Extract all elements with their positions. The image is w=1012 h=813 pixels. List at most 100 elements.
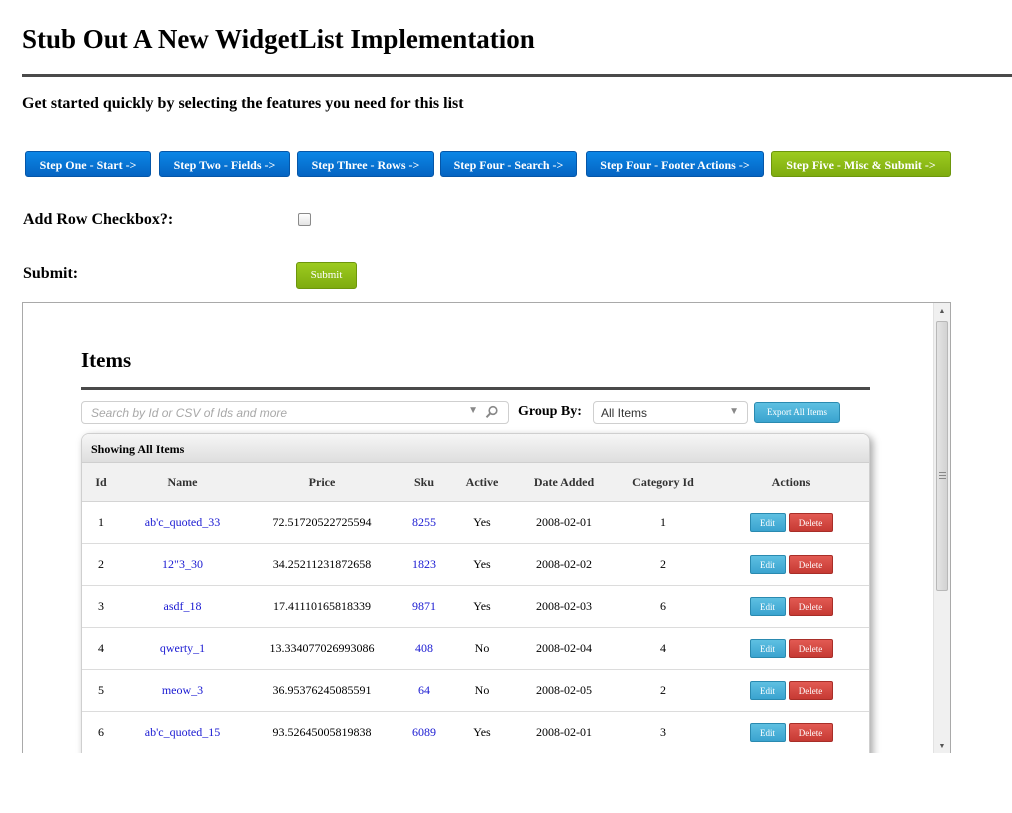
page-subtitle: Get started quickly by selecting the fea… xyxy=(22,95,464,112)
cell-price: 13.334077026993086 xyxy=(245,627,399,670)
step-two-button[interactable]: Step Two - Fields -> xyxy=(159,151,290,177)
column-header-date-added[interactable]: Date Added xyxy=(515,463,613,502)
items-divider xyxy=(81,387,870,390)
cell-name-link[interactable]: meow_3 xyxy=(120,669,245,712)
column-header-actions: Actions xyxy=(713,463,869,502)
title-divider xyxy=(22,74,1012,77)
step-three-button[interactable]: Step Three - Rows -> xyxy=(297,151,434,177)
step-five-button[interactable]: Step Five - Misc & Submit -> xyxy=(771,151,951,177)
search-dropdown-icon[interactable]: ▼ xyxy=(468,405,478,416)
step-one-button[interactable]: Step One - Start -> xyxy=(25,151,151,177)
panel-header: Showing All Items xyxy=(82,434,869,463)
scroll-down-icon[interactable]: ▼ xyxy=(934,738,950,753)
cell-id: 3 xyxy=(82,585,120,628)
cell-sku-link[interactable]: 8255 xyxy=(399,501,449,544)
table-row: 3 asdf_18 17.41110165818339 9871 Yes 200… xyxy=(82,585,869,628)
edit-button[interactable]: Edit xyxy=(749,681,786,700)
cell-active: Yes xyxy=(449,543,515,586)
column-header-sku[interactable]: Sku xyxy=(399,463,449,502)
group-by-value: All Items xyxy=(601,406,648,420)
cell-name-link[interactable]: ab'c_quoted_15 xyxy=(120,711,245,753)
cell-active: Yes xyxy=(449,711,515,753)
cell-sku-link[interactable]: 9871 xyxy=(399,585,449,628)
cell-category-id: 1 xyxy=(613,501,713,544)
column-header-price[interactable]: Price xyxy=(245,463,399,502)
add-row-checkbox[interactable] xyxy=(298,213,311,226)
cell-actions: Edit Delete xyxy=(713,669,869,712)
page-title: Stub Out A New WidgetList Implementation xyxy=(22,24,535,54)
cell-date-added: 2008-02-04 xyxy=(515,627,613,670)
vertical-scrollbar[interactable]: ▲ ▼ xyxy=(933,303,950,753)
delete-button[interactable]: Delete xyxy=(788,639,833,658)
cell-actions: Edit Delete xyxy=(713,627,869,670)
search-input[interactable]: Search by Id or CSV of Ids and more ▼ xyxy=(81,401,509,424)
cell-name-link[interactable]: ab'c_quoted_33 xyxy=(120,501,245,544)
edit-button[interactable]: Edit xyxy=(749,723,786,742)
cell-sku-link[interactable]: 408 xyxy=(399,627,449,670)
grip-icon xyxy=(939,472,946,479)
cell-id: 5 xyxy=(82,669,120,712)
scroll-thumb[interactable] xyxy=(936,321,948,591)
delete-button[interactable]: Delete xyxy=(788,597,833,616)
cell-name-link[interactable]: 12"3_30 xyxy=(120,543,245,586)
cell-actions: Edit Delete xyxy=(713,711,869,753)
cell-sku-link[interactable]: 64 xyxy=(399,669,449,712)
cell-name-link[interactable]: qwerty_1 xyxy=(120,627,245,670)
cell-price: 17.41110165818339 xyxy=(245,585,399,628)
preview-frame: Items Search by Id or CSV of Ids and mor… xyxy=(22,302,951,753)
cell-price: 72.51720522725594 xyxy=(245,501,399,544)
delete-button[interactable]: Delete xyxy=(788,555,833,574)
cell-active: No xyxy=(449,669,515,712)
cell-price: 34.25211231872658 xyxy=(245,543,399,586)
search-icon[interactable] xyxy=(485,405,499,419)
column-header-active[interactable]: Active xyxy=(449,463,515,502)
chevron-down-icon: ▼ xyxy=(729,406,739,417)
cell-category-id: 2 xyxy=(613,543,713,586)
add-row-checkbox-label: Add Row Checkbox?: xyxy=(23,211,174,228)
cell-category-id: 6 xyxy=(613,585,713,628)
cell-active: No xyxy=(449,627,515,670)
items-table: Id Name Price Sku Active Date Added Cate… xyxy=(82,463,869,753)
edit-button[interactable]: Edit xyxy=(749,555,786,574)
table-row: 1 ab'c_quoted_33 72.51720522725594 8255 … xyxy=(82,501,869,544)
cell-price: 93.52645005819838 xyxy=(245,711,399,753)
edit-button[interactable]: Edit xyxy=(749,597,786,616)
cell-category-id: 4 xyxy=(613,627,713,670)
items-panel: Showing All Items Id Name Price Sku Acti… xyxy=(81,433,870,753)
edit-button[interactable]: Edit xyxy=(749,639,786,658)
cell-sku-link[interactable]: 6089 xyxy=(399,711,449,753)
cell-id: 6 xyxy=(82,711,120,753)
column-header-category-id[interactable]: Category Id xyxy=(613,463,713,502)
delete-button[interactable]: Delete xyxy=(788,681,833,700)
cell-price: 36.95376245085591 xyxy=(245,669,399,712)
cell-id: 2 xyxy=(82,543,120,586)
cell-date-added: 2008-02-01 xyxy=(515,711,613,753)
submit-button[interactable]: Submit xyxy=(296,262,357,289)
cell-category-id: 2 xyxy=(613,669,713,712)
cell-actions: Edit Delete xyxy=(713,501,869,544)
cell-date-added: 2008-02-01 xyxy=(515,501,613,544)
cell-sku-link[interactable]: 1823 xyxy=(399,543,449,586)
table-row: 2 12"3_30 34.25211231872658 1823 Yes 200… xyxy=(82,543,869,586)
column-header-id[interactable]: Id xyxy=(82,463,120,502)
group-by-label: Group By: xyxy=(518,404,582,419)
cell-date-added: 2008-02-02 xyxy=(515,543,613,586)
cell-name-link[interactable]: asdf_18 xyxy=(120,585,245,628)
cell-id: 4 xyxy=(82,627,120,670)
edit-button[interactable]: Edit xyxy=(749,513,786,532)
step-four-footer-button[interactable]: Step Four - Footer Actions -> xyxy=(586,151,764,177)
scroll-up-icon[interactable]: ▲ xyxy=(934,303,950,319)
column-header-name[interactable]: Name xyxy=(120,463,245,502)
export-all-items-button[interactable]: Export All Items xyxy=(754,402,840,423)
table-row: 4 qwerty_1 13.334077026993086 408 No 200… xyxy=(82,627,869,670)
delete-button[interactable]: Delete xyxy=(788,723,833,742)
cell-active: Yes xyxy=(449,585,515,628)
group-by-select[interactable]: All Items ▼ xyxy=(593,401,748,424)
step-four-search-button[interactable]: Step Four - Search -> xyxy=(440,151,577,177)
delete-button[interactable]: Delete xyxy=(788,513,833,532)
cell-date-added: 2008-02-03 xyxy=(515,585,613,628)
cell-actions: Edit Delete xyxy=(713,543,869,586)
table-row: 6 ab'c_quoted_15 93.52645005819838 6089 … xyxy=(82,711,869,753)
cell-id: 1 xyxy=(82,501,120,544)
submit-label: Submit: xyxy=(23,265,79,282)
